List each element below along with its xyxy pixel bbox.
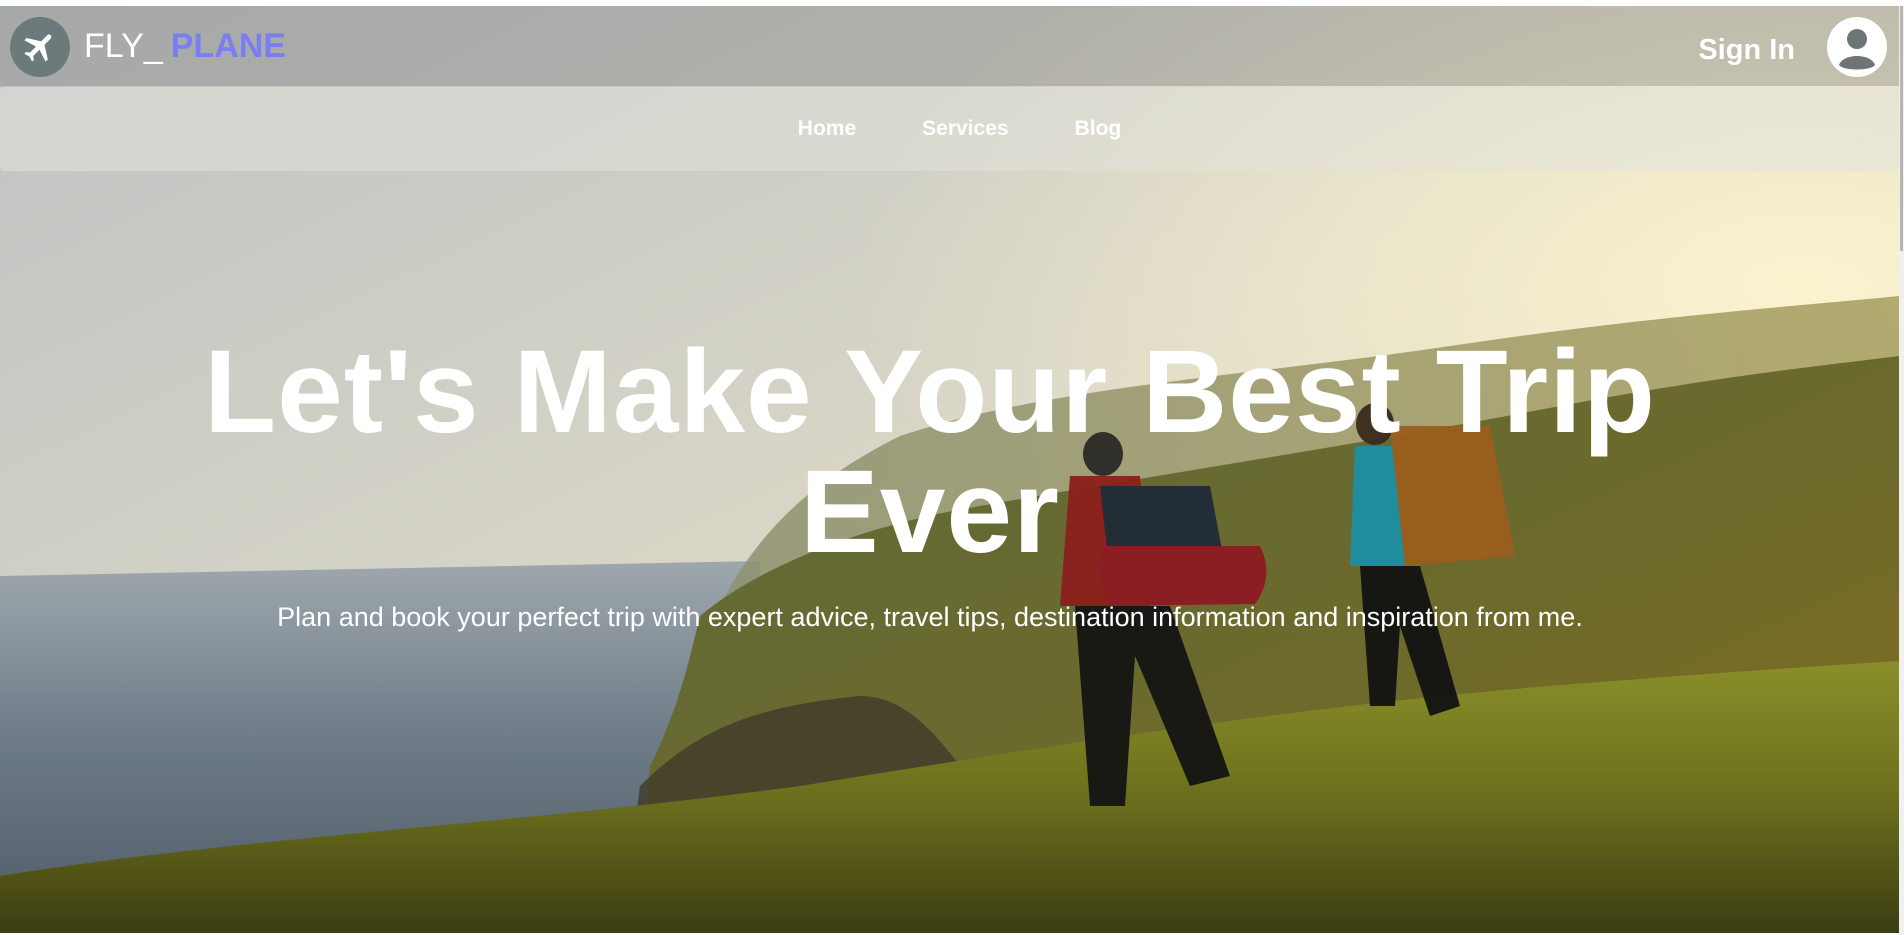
nav-item-blog[interactable]: Blog [1075, 117, 1122, 141]
scrollbar-thumb[interactable] [1900, 6, 1903, 251]
user-avatar-icon[interactable] [1827, 17, 1887, 77]
brand-name[interactable]: FLY_ PLANE [84, 26, 286, 66]
brand-prefix: FLY_ [84, 27, 163, 65]
airplane-icon [24, 34, 52, 62]
hero-subtitle: Plan and book your perfect trip with exp… [277, 602, 1583, 632]
brand-accent: PLANE [170, 27, 286, 65]
sign-in-link[interactable]: Sign In [1698, 33, 1795, 67]
hero-headline: Let's Make Your Best Trip Ever [203, 326, 1656, 578]
user-silhouette-icon [1829, 19, 1885, 75]
logo[interactable] [10, 17, 70, 77]
page-scrollbar[interactable] [1899, 6, 1904, 935]
nav-item-home[interactable]: Home [798, 117, 856, 141]
nav-item-services[interactable]: Services [922, 117, 1008, 141]
main-navigation: Home Services Blog [0, 87, 1899, 171]
top-header-bar: FLY_ PLANE Sign In [0, 6, 1899, 86]
page: FLY_ PLANE Sign In Home Services Blog Let… [0, 0, 1904, 935]
